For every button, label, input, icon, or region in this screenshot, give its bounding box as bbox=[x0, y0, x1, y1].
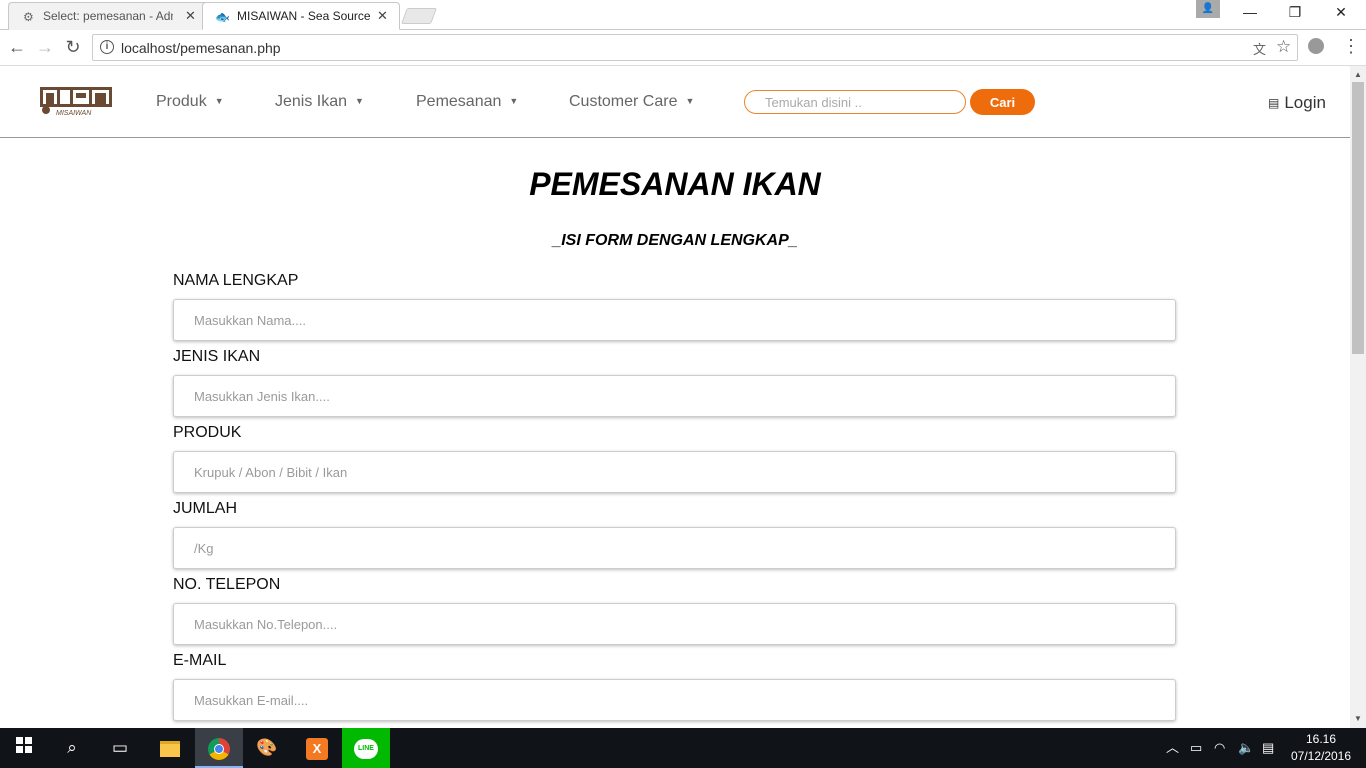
browser-tab-inactive[interactable]: ⚙ Select: pemesanan - Adm ✕ bbox=[8, 2, 208, 30]
search-button[interactable]: Cari bbox=[970, 89, 1035, 115]
restore-icon[interactable]: ❐ bbox=[1275, 4, 1315, 24]
extension-icon[interactable] bbox=[1308, 38, 1324, 54]
caret-down-icon: ▼ bbox=[685, 96, 695, 106]
new-tab-button[interactable] bbox=[401, 8, 437, 24]
nav-pemesanan[interactable]: Pemesanan ▼ bbox=[416, 93, 518, 111]
telepon-label: NO. TELEPON bbox=[173, 576, 281, 593]
jenis-ikan-input[interactable] bbox=[173, 375, 1176, 417]
scroll-up-icon[interactable]: ▲ bbox=[1350, 68, 1366, 82]
email-label: E-MAIL bbox=[173, 652, 227, 669]
caret-down-icon: ▼ bbox=[355, 96, 364, 106]
paint-icon[interactable]: 🎨 bbox=[243, 728, 291, 768]
caret-down-icon: ▼ bbox=[509, 96, 519, 106]
windows-start-icon[interactable] bbox=[0, 728, 48, 768]
back-arrow-icon[interactable]: ← bbox=[6, 36, 28, 58]
clock-date: 07/12/2016 bbox=[1290, 749, 1352, 763]
nav-customer-care[interactable]: Customer Care ▼ bbox=[569, 93, 694, 111]
battery-icon[interactable]: ▭ bbox=[1190, 728, 1202, 768]
nama-label: NAMA LENGKAP bbox=[173, 272, 299, 289]
scroll-down-icon[interactable]: ▼ bbox=[1350, 712, 1366, 726]
produk-label: PRODUK bbox=[173, 424, 242, 441]
fish-favicon-icon: 🐟 bbox=[215, 10, 230, 24]
translate-icon[interactable]: 文 bbox=[1253, 39, 1266, 58]
nama-input[interactable] bbox=[173, 299, 1176, 341]
task-view-icon[interactable]: ▭ bbox=[96, 728, 144, 768]
close-icon[interactable]: ✕ bbox=[185, 8, 196, 24]
browser-toolbar: ← → ↻ i localhost/pemesanan.php 文 ☆ ⋮ bbox=[0, 30, 1366, 66]
info-icon[interactable]: i bbox=[100, 40, 114, 54]
browser-tab-active[interactable]: 🐟 MISAIWAN - Sea Source ✕ bbox=[202, 2, 400, 30]
site-header: MISAIWAN Produk ▼ Jenis Ikan ▼ Pemesanan ▼ … bbox=[0, 66, 1350, 138]
tab-label: Select: pemesanan - Adm bbox=[43, 9, 173, 23]
phpmyadmin-favicon-icon: ⚙ bbox=[23, 10, 34, 24]
jenis-ikan-label: JENIS IKAN bbox=[173, 348, 261, 365]
search-icon[interactable]: ⌕ bbox=[48, 728, 96, 768]
misaiwan-logo[interactable]: MISAIWAN bbox=[40, 85, 112, 117]
logo-text: MISAIWAN bbox=[56, 110, 92, 117]
wifi-icon[interactable]: ◠ bbox=[1214, 728, 1225, 768]
email-input[interactable] bbox=[173, 679, 1176, 721]
nav-label: Pemesanan bbox=[416, 93, 502, 110]
jumlah-label: JUMLAH bbox=[173, 500, 238, 517]
nav-jenis-ikan[interactable]: Jenis Ikan ▼ bbox=[275, 93, 364, 111]
bookmark-star-icon[interactable]: ☆ bbox=[1276, 37, 1291, 57]
line-app-icon[interactable]: LINE bbox=[342, 728, 390, 768]
close-icon[interactable]: ✕ bbox=[377, 8, 388, 24]
clock-time: 16.16 bbox=[1305, 732, 1337, 746]
browser-tabstrip: ⚙ Select: pemesanan - Adm ✕ 🐟 MISAIWAN -… bbox=[0, 0, 1366, 30]
caret-down-icon: ▼ bbox=[214, 96, 224, 106]
windows-taskbar: ⌕ ▭ 🎨 X LINE ︿ ▭ ◠ 🔈 ▤ 16.16 07/12/2016 bbox=[0, 728, 1366, 768]
jumlah-input[interactable] bbox=[173, 527, 1176, 569]
volume-icon[interactable]: 🔈 bbox=[1238, 728, 1254, 768]
tray-chevron-icon[interactable]: ︿ bbox=[1166, 728, 1179, 768]
taskbar-clock[interactable]: 16.16 07/12/2016 bbox=[1286, 731, 1356, 765]
tab-label: MISAIWAN - Sea Source bbox=[237, 9, 371, 23]
list-icon: ▤ bbox=[1268, 96, 1280, 110]
close-window-icon[interactable]: ✕ bbox=[1321, 4, 1361, 24]
login-link[interactable]: ▤ Login bbox=[1268, 93, 1326, 113]
minimize-icon[interactable]: — bbox=[1230, 4, 1270, 24]
url-text[interactable]: localhost/pemesanan.php bbox=[121, 40, 281, 56]
nav-label: Jenis Ikan bbox=[275, 93, 348, 110]
search-input[interactable] bbox=[744, 90, 966, 114]
reload-icon[interactable]: ↻ bbox=[62, 36, 84, 58]
chrome-icon[interactable] bbox=[195, 728, 243, 768]
nav-label: Customer Care bbox=[569, 93, 678, 110]
notification-icon[interactable]: ▤ bbox=[1262, 728, 1274, 768]
page-title: PEMESANAN IKAN bbox=[529, 166, 821, 202]
nav-label: Produk bbox=[156, 93, 207, 110]
xampp-icon[interactable]: X bbox=[293, 728, 341, 768]
menu-dots-icon[interactable]: ⋮ bbox=[1342, 36, 1360, 57]
nav-produk[interactable]: Produk ▼ bbox=[156, 93, 224, 111]
telepon-input[interactable] bbox=[173, 603, 1176, 645]
file-explorer-icon[interactable] bbox=[146, 728, 194, 768]
produk-input[interactable] bbox=[173, 451, 1176, 493]
address-bar[interactable]: i localhost/pemesanan.php 文 ☆ bbox=[92, 34, 1298, 61]
profile-icon[interactable]: 👤 bbox=[1196, 0, 1220, 18]
form-subtitle: _ISI FORM DENGAN LENGKAP_ bbox=[552, 232, 798, 249]
login-label: Login bbox=[1284, 93, 1326, 112]
scrollbar-thumb[interactable] bbox=[1352, 82, 1364, 354]
forward-arrow-icon[interactable]: → bbox=[34, 36, 56, 58]
